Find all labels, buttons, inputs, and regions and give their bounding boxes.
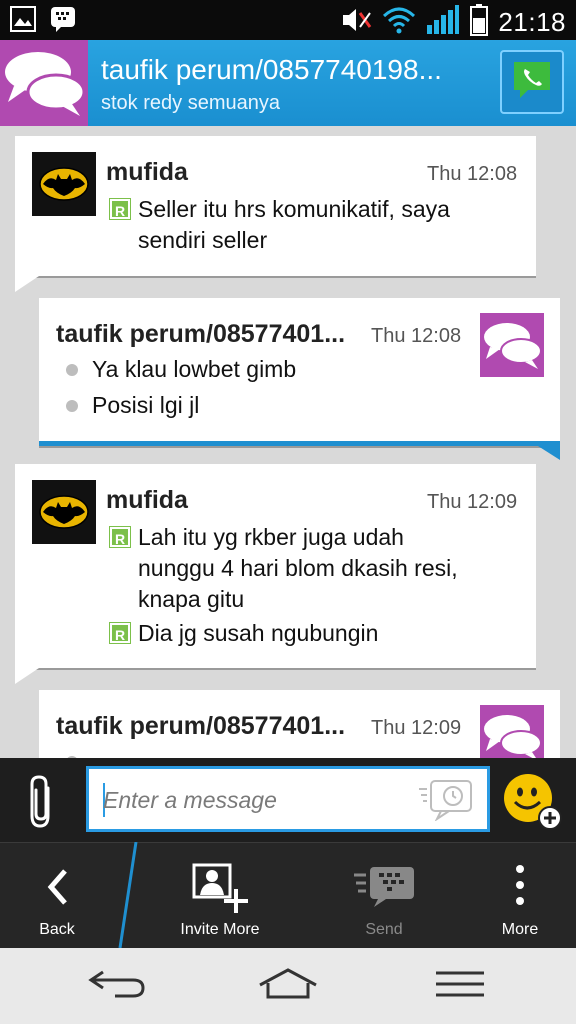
bubble-tail xyxy=(15,668,39,684)
message-sender: taufik perum/08577401... xyxy=(56,320,346,348)
list-bullet xyxy=(66,400,78,412)
message-timestamp: Thu 12:08 xyxy=(427,163,518,185)
message-bubble-outgoing[interactable]: taufik perum/08577401... Thu 12:09 xyxy=(39,690,560,758)
invite-more-label: Invite More xyxy=(180,921,260,938)
batman-avatar xyxy=(32,480,96,544)
emoticon-icon[interactable] xyxy=(502,772,564,837)
message-bubble-incoming[interactable]: mufida Thu 12:08 R Seller itu hrs komuni… xyxy=(15,136,536,276)
back-action-label: Back xyxy=(39,921,75,938)
message-text: Ya klau lowbet gimb xyxy=(92,356,297,382)
send-bbm-icon xyxy=(352,865,416,914)
nav-home-button[interactable] xyxy=(243,962,333,1010)
message-timestamp: Thu 12:09 xyxy=(427,491,518,513)
status-bar: 21:18 xyxy=(0,0,576,40)
system-navigation-bar xyxy=(0,948,576,1024)
phone-icon xyxy=(510,60,554,105)
message-timestamp: Thu 12:09 xyxy=(371,717,462,739)
mute-icon xyxy=(340,5,372,40)
message-text: Seller itu hrs komunikatif, saya xyxy=(138,196,450,222)
message-text: Lah itu yg rkber juga udah xyxy=(138,524,404,550)
compose-bar xyxy=(0,758,576,842)
send-action-button[interactable]: Send xyxy=(344,843,424,949)
read-receipt-icon: R xyxy=(109,198,131,220)
send-action-label: Send xyxy=(365,921,403,938)
home-icon xyxy=(256,967,320,1006)
message-bubble-outgoing[interactable]: taufik perum/08577401... Thu 12:08 Ya kl… xyxy=(39,298,560,446)
chat-title[interactable]: taufik perum/0857740198... xyxy=(101,54,491,86)
message-input-box[interactable] xyxy=(86,766,490,832)
invite-more-button[interactable]: Invite More xyxy=(168,843,272,949)
message-text: knapa gitu xyxy=(138,586,245,612)
message-text: nunggu 4 hari blom dkasih resi, xyxy=(138,555,458,581)
chat-header: taufik perum/0857740198... stok redy sem… xyxy=(0,40,576,126)
menu-icon xyxy=(434,969,486,1004)
status-time: 21:18 xyxy=(498,7,566,37)
more-action-button[interactable]: More xyxy=(480,843,560,949)
back-arrow-icon xyxy=(87,966,147,1007)
message-text: Dia jg susah ngubungin xyxy=(138,620,379,646)
action-bar: Back Invite More Send More xyxy=(0,842,576,948)
message-input[interactable] xyxy=(103,781,413,819)
read-receipt-icon: R xyxy=(109,526,131,548)
battery-icon xyxy=(470,4,489,41)
bubble-tail xyxy=(538,446,560,460)
message-timestamp: Thu 12:08 xyxy=(371,325,462,347)
contact-thumbnail-icon xyxy=(480,313,544,377)
back-action-button[interactable]: Back xyxy=(17,843,97,949)
more-action-label: More xyxy=(501,921,539,938)
gallery-icon xyxy=(10,6,36,37)
signal-icon xyxy=(426,5,460,40)
wifi-icon xyxy=(382,6,416,39)
nav-back-button[interactable] xyxy=(72,962,162,1010)
invite-contact-icon xyxy=(190,863,250,920)
contact-thumbnail-icon xyxy=(480,705,544,758)
message-text: sendiri seller xyxy=(138,227,268,253)
chat-transcript[interactable]: mufida Thu 12:08 R Seller itu hrs komuni… xyxy=(0,126,576,758)
chat-status-message: stok redy semuanya xyxy=(101,92,280,114)
ping-icon[interactable] xyxy=(417,779,475,826)
message-sender: mufida xyxy=(106,486,188,514)
nav-menu-button[interactable] xyxy=(415,962,505,1010)
message-sender: taufik perum/08577401... xyxy=(56,712,346,740)
overflow-menu-icon xyxy=(514,863,526,912)
call-button[interactable] xyxy=(500,50,564,114)
action-bar-divider xyxy=(118,842,138,948)
contact-avatar[interactable] xyxy=(0,40,88,126)
message-sender: mufida xyxy=(106,158,188,186)
message-text: Posisi lgi jl xyxy=(92,392,200,418)
attachment-icon[interactable] xyxy=(24,774,60,835)
bubble-tail xyxy=(15,276,39,292)
message-bubble-incoming[interactable]: mufida Thu 12:09 R Lah itu yg rkber juga… xyxy=(15,464,536,668)
batman-avatar xyxy=(32,152,96,216)
read-receipt-icon: R xyxy=(109,622,131,644)
back-chevron-icon xyxy=(43,867,71,912)
bbm-notification-icon xyxy=(50,6,76,37)
list-bullet xyxy=(66,364,78,376)
